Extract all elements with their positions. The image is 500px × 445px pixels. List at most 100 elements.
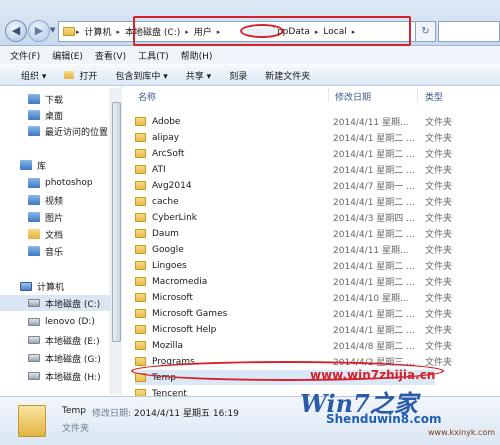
nav-computer[interactable]: 计算机	[0, 278, 122, 294]
nav-drive-c[interactable]: 本地磁盘 (C:)	[0, 295, 122, 311]
file-row[interactable]: Google 2014/4/11 星期... 文件夹	[135, 242, 452, 257]
file-row[interactable]: ArcSoft 2014/4/1 星期二 ... 文件夹	[135, 146, 452, 161]
open-folder-icon	[64, 71, 75, 79]
open-button[interactable]: 打开	[55, 69, 106, 82]
videos-icon	[28, 195, 40, 205]
file-row[interactable]: ATI 2014/4/1 星期二 ... 文件夹	[135, 162, 452, 177]
menu-bar: 文件(F) 编辑(E) 查看(V) 工具(T) 帮助(H)	[0, 46, 500, 64]
nav-drive-g[interactable]: 本地磁盘 (G:)	[0, 350, 122, 366]
watermark-site: Shenduwin8.com	[326, 412, 442, 426]
file-row[interactable]: Microsoft Help 2014/4/1 星期二 ... 文件夹	[135, 322, 452, 337]
libraries-icon	[20, 160, 32, 170]
file-row[interactable]: Mozilla 2014/4/8 星期二 ... 文件夹	[135, 338, 452, 353]
details-date-label: 修改日期:	[92, 409, 132, 419]
folder-icon	[18, 405, 46, 437]
column-header-name[interactable]: 名称	[138, 90, 156, 103]
menu-edit[interactable]: 编辑(E)	[46, 49, 89, 62]
menu-view[interactable]: 查看(V)	[89, 49, 132, 62]
menu-help[interactable]: 帮助(H)	[175, 49, 219, 62]
downloads-icon	[28, 94, 40, 104]
drive-icon	[28, 336, 40, 344]
folder-icon	[135, 309, 146, 318]
menu-file[interactable]: 文件(F)	[4, 49, 46, 62]
drive-icon	[28, 299, 40, 307]
pictures-icon	[28, 212, 40, 222]
desktop-icon	[28, 110, 40, 120]
nav-scrollbar-thumb[interactable]	[112, 102, 121, 342]
share-button[interactable]: 共享 ▾	[177, 69, 220, 82]
file-row[interactable]: Lingoes 2014/4/1 星期二 ... 文件夹	[135, 258, 452, 273]
address-bar-area: ◀ ▶ ▼ ▸ 计算机 ▸ 本地磁盘 (C:) ▸ 用户 ▸ ▸ AppData…	[0, 0, 500, 46]
folder-icon	[135, 341, 146, 350]
nav-drive-h[interactable]: 本地磁盘 (H:)	[0, 368, 122, 384]
computer-icon	[20, 281, 32, 291]
file-row[interactable]: Microsoft 2014/4/10 星期... 文件夹	[135, 290, 452, 305]
column-header-date[interactable]: 修改日期	[335, 90, 371, 103]
folder-icon	[135, 133, 146, 142]
folder-icon	[135, 277, 146, 286]
search-input[interactable]	[438, 21, 500, 42]
details-name: Temp	[62, 406, 86, 416]
folder-icon	[135, 213, 146, 222]
back-button[interactable]: ◀	[5, 20, 27, 42]
folder-icon	[135, 197, 146, 206]
file-list: 名称 修改日期 类型 Adobe 2014/4/11 星期... 文件夹 alipa…	[123, 86, 500, 399]
folder-icon	[135, 261, 146, 270]
details-type: 文件夹	[62, 424, 90, 434]
folder-icon	[135, 149, 146, 158]
nav-drive-d[interactable]: lenovo (D:)	[0, 314, 122, 330]
nav-scrollbar[interactable]	[110, 88, 122, 394]
details-date-value: 2014/4/11 星期五 16:19	[134, 409, 239, 419]
burn-button[interactable]: 刻录	[220, 69, 256, 82]
open-label: 打开	[79, 71, 98, 82]
music-icon	[28, 246, 40, 256]
nav-library-documents[interactable]: 文档	[0, 226, 122, 242]
recent-pages-dropdown-icon[interactable]: ▼	[50, 26, 58, 38]
nav-library-pictures[interactable]: 图片	[0, 209, 122, 225]
drive-icon	[28, 318, 40, 326]
include-in-library-button[interactable]: 包含到库中 ▾	[106, 69, 176, 82]
file-row[interactable]: alipay 2014/4/1 星期二 ... 文件夹	[135, 130, 452, 145]
nav-library-photoshop[interactable]: photoshop	[0, 175, 122, 191]
breadcrumb-computer[interactable]: 计算机	[81, 25, 116, 38]
highlight-box-address	[133, 16, 411, 46]
folder-icon	[135, 357, 146, 366]
file-row[interactable]: Avg2014 2014/4/7 星期一 ... 文件夹	[135, 178, 452, 193]
nav-downloads[interactable]: 下载	[0, 91, 122, 107]
folder-icon	[135, 245, 146, 254]
command-bar: 组织 ▾ 打开 包含到库中 ▾ 共享 ▾ 刻录 新建文件夹	[0, 64, 500, 86]
folder-icon	[135, 181, 146, 190]
file-row[interactable]: Microsoft Games 2014/4/1 星期二 ... 文件夹	[135, 306, 452, 321]
folder-icon	[135, 293, 146, 302]
menu-tools[interactable]: 工具(T)	[132, 49, 175, 62]
watermark-site-small: www.kxinyk.com	[428, 428, 496, 437]
file-row[interactable]: Adobe 2014/4/11 星期... 文件夹	[135, 114, 452, 129]
watermark-url: www.win7zhijia.cn	[310, 368, 436, 382]
folder-icon	[135, 229, 146, 238]
drive-icon	[28, 354, 40, 362]
folder-icon	[135, 165, 146, 174]
refresh-icon[interactable]: ↻	[416, 21, 436, 42]
file-row[interactable]: Macromedia 2014/4/1 星期二 ... 文件夹	[135, 274, 452, 289]
folder-icon	[135, 325, 146, 334]
nav-library-videos[interactable]: 视频	[0, 192, 122, 208]
library-icon	[28, 178, 40, 188]
file-row[interactable]: CyberLink 2014/4/3 星期四 ... 文件夹	[135, 210, 452, 225]
nav-drive-e[interactable]: 本地磁盘 (E:)	[0, 332, 122, 348]
column-header-type[interactable]: 类型	[425, 90, 443, 103]
folder-icon	[63, 27, 75, 36]
forward-button[interactable]: ▶	[28, 20, 50, 42]
navigation-pane: 下载 桌面 最近访问的位置 库 photoshop 视频 图片 文档 音乐 计算…	[0, 86, 122, 396]
nav-desktop[interactable]: 桌面	[0, 107, 122, 123]
folder-icon	[135, 117, 146, 126]
organize-button[interactable]: 组织 ▾	[12, 69, 55, 82]
nav-library-music[interactable]: 音乐	[0, 243, 122, 259]
file-row[interactable]: Daum 2014/4/1 星期二 ... 文件夹	[135, 226, 452, 241]
nav-libraries[interactable]: 库	[0, 157, 122, 173]
documents-icon	[28, 229, 40, 239]
drive-icon	[28, 372, 40, 380]
file-row[interactable]: cache 2014/4/1 星期二 ... 文件夹	[135, 194, 452, 209]
nav-recent-places[interactable]: 最近访问的位置	[0, 123, 122, 139]
new-folder-button[interactable]: 新建文件夹	[256, 69, 319, 82]
recent-places-icon	[28, 126, 40, 136]
